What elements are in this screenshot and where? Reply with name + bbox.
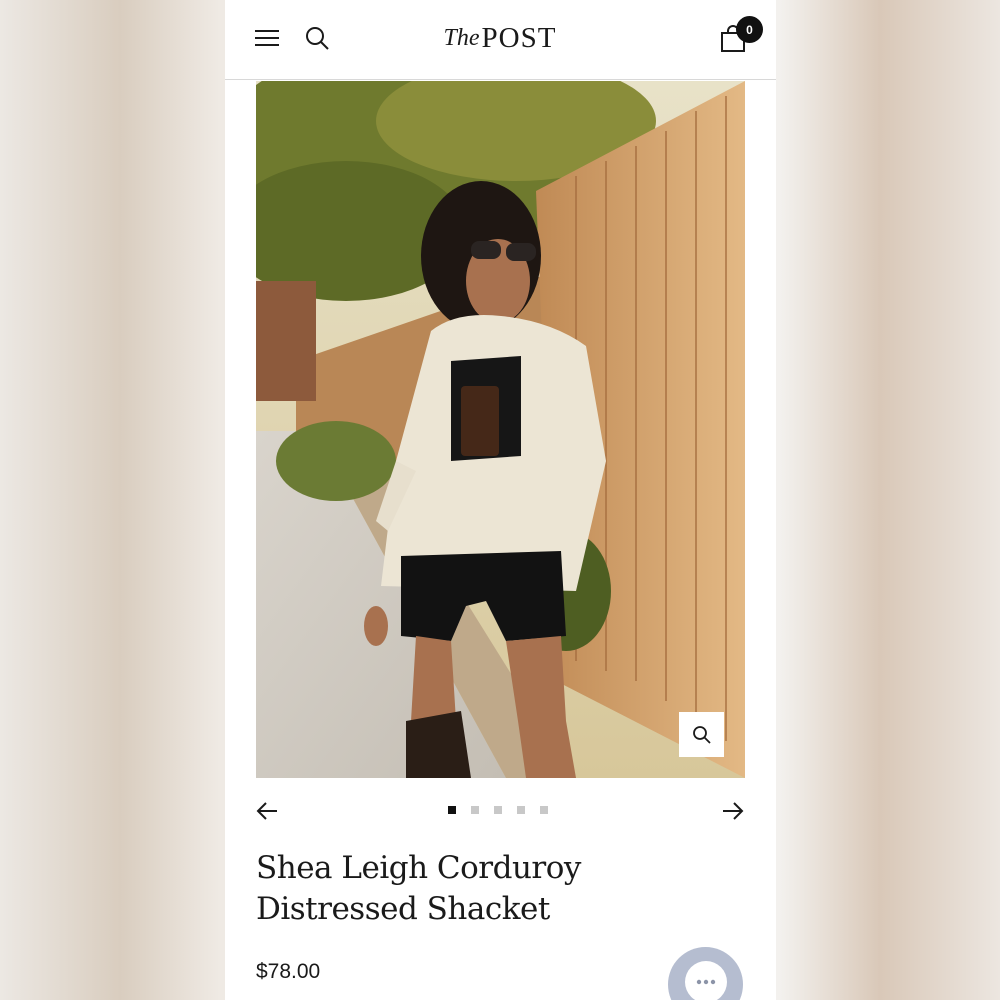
carousel-dot-1[interactable] [448, 806, 456, 814]
search-icon[interactable] [303, 24, 331, 52]
mobile-screen: The POST 0 Shea Leigh Corduroy Distresse… [225, 0, 776, 1000]
product-title: Shea Leigh Corduroy Distressed Shacket [256, 850, 581, 927]
carousel-dot-3[interactable] [494, 806, 502, 814]
logo-post-text: POST [481, 21, 557, 54]
logo-the-text: The [443, 24, 480, 51]
carousel-dots [448, 806, 548, 814]
zoom-icon[interactable] [679, 712, 724, 757]
chat-bubble [684, 961, 727, 1000]
hamburger-menu-icon[interactable] [253, 24, 281, 52]
carousel-dot-4[interactable] [517, 806, 525, 814]
product-photo-illustration [256, 81, 745, 778]
arrow-left-icon[interactable] [254, 798, 280, 824]
chat-icon[interactable] [668, 947, 743, 1000]
site-logo[interactable]: The POST [430, 18, 570, 58]
site-header: The POST 0 [225, 0, 776, 80]
product-price: $78.00 [256, 960, 321, 983]
arrow-right-icon[interactable] [720, 798, 746, 824]
cart-count-badge: 0 [736, 16, 763, 43]
product-image[interactable] [256, 81, 745, 778]
carousel-dot-5[interactable] [540, 806, 548, 814]
carousel-dot-2[interactable] [471, 806, 479, 814]
